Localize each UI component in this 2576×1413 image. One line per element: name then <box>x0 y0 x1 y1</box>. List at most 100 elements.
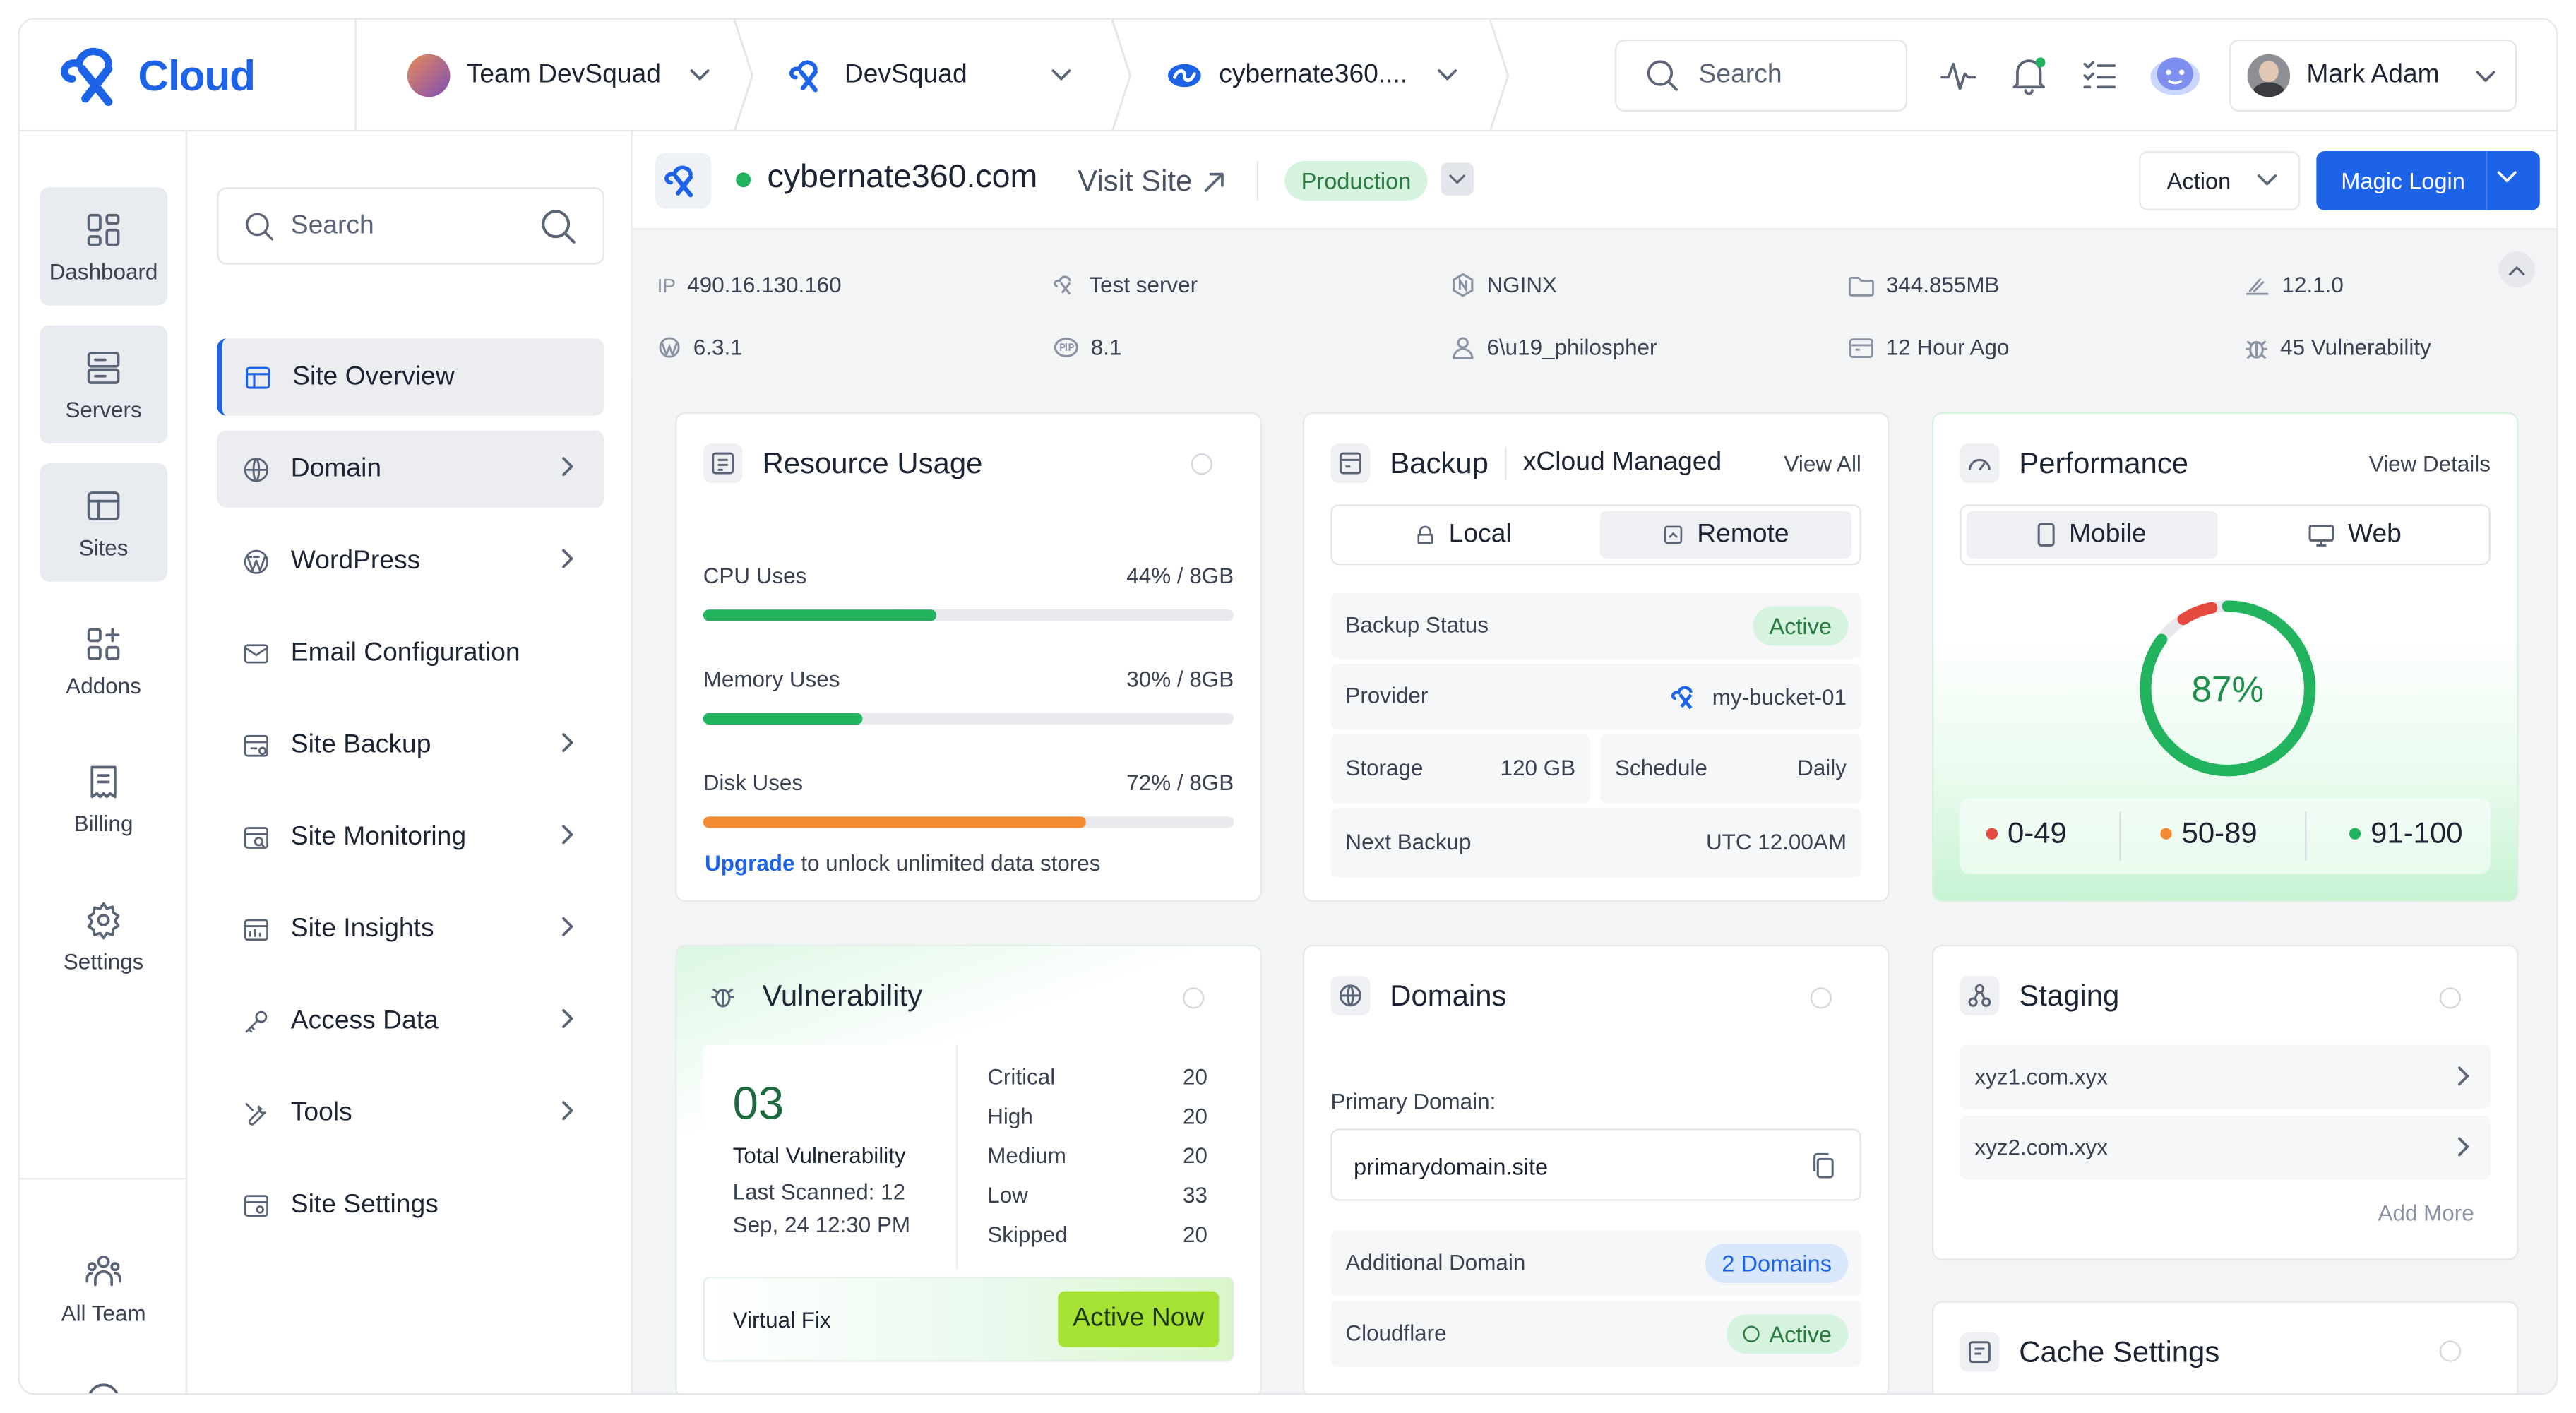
support-icon[interactable] <box>84 1380 124 1395</box>
ai-assistant-icon[interactable] <box>2145 52 2205 98</box>
search-icon[interactable] <box>540 208 576 244</box>
visit-site-link[interactable]: Visit Site <box>1078 165 1225 199</box>
environment-dropdown[interactable] <box>1441 162 1474 196</box>
global-search-input[interactable]: Search <box>1614 39 1908 112</box>
backup-icon <box>1330 443 1371 483</box>
vulnerability-count: 45 Vulnerability <box>2280 335 2431 360</box>
card-title: Performance <box>1960 443 2188 483</box>
collapse-info-button[interactable] <box>2498 251 2535 288</box>
storage-cell: Storage 120 GB <box>1330 734 1591 804</box>
severity-count: 20 <box>1183 1104 1208 1129</box>
nav-item-domain[interactable]: Domain <box>217 430 605 508</box>
additional-domain-badge[interactable]: 2 Domains <box>1705 1244 1849 1283</box>
staging-item[interactable]: xyz2.com.xyx <box>1960 1115 2491 1180</box>
upgrade-link[interactable]: Upgrade <box>705 851 794 876</box>
info-icon[interactable] <box>1191 453 1212 475</box>
tab-local[interactable]: Local <box>1337 511 1589 559</box>
severity-count: 20 <box>1183 1064 1208 1090</box>
site-switcher[interactable]: cybernate360.... <box>1167 20 1457 131</box>
vulnerability-row: Critical 20 <box>987 1065 1208 1098</box>
info-icon[interactable] <box>2439 987 2462 1009</box>
globe-icon <box>1330 975 1371 1015</box>
tab-mobile[interactable]: Mobile <box>1966 511 2218 559</box>
legend-label: 0-49 <box>2007 816 2067 849</box>
rail-item-billing[interactable]: Billing <box>40 739 167 858</box>
nav-item-email-configuration[interactable]: Email Configuration <box>217 614 604 691</box>
rail-item-addons[interactable]: Addons <box>40 601 167 720</box>
nav-item-tools[interactable]: Tools <box>217 1075 604 1152</box>
rail-item-dashboard[interactable]: Dashboard <box>39 187 168 306</box>
gauge-icon <box>1960 443 2000 483</box>
brand-logo[interactable]: Cloud <box>59 40 256 112</box>
chevron-right-icon <box>2457 1137 2469 1157</box>
rail-item-all-team[interactable]: All Team <box>40 1229 167 1347</box>
rail-label: Sites <box>78 535 129 560</box>
action-dropdown[interactable]: Action <box>2139 151 2301 210</box>
task-list-icon[interactable] <box>2077 52 2123 98</box>
nav-item-site-settings[interactable]: Site Settings <box>217 1167 604 1244</box>
magic-login-button[interactable]: Magic Login <box>2316 151 2540 210</box>
primary-rail: Dashboard Servers Sites Addons Billing S… <box>19 131 188 1395</box>
project-switcher[interactable]: DevSquad <box>789 20 1078 131</box>
team-switcher[interactable]: Team DevSquad <box>407 20 710 131</box>
nav-item-wordpress[interactable]: WordPress <box>217 523 604 600</box>
bug-icon <box>703 976 743 1015</box>
info-icon[interactable] <box>1810 987 1832 1009</box>
app-window: Cloud Team DevSquad DevSquad cybernate36… <box>18 18 2558 1395</box>
breadcrumb-divider <box>1489 19 1510 132</box>
total-vulnerability-label: Total Vulnerability <box>732 1143 906 1169</box>
tab-remote[interactable]: Remote <box>1600 511 1852 559</box>
divider <box>2305 811 2307 861</box>
copy-icon[interactable] <box>1811 1152 1837 1180</box>
nav-item-access-data[interactable]: Access Data <box>217 982 604 1059</box>
user-menu[interactable]: Mark Adam <box>2229 39 2517 112</box>
additional-domain-label: Additional Domain <box>1345 1250 1526 1275</box>
add-more-link[interactable]: Add More <box>2378 1201 2474 1226</box>
chevron-down-icon <box>2476 71 2496 82</box>
nav-label: Site Monitoring <box>290 822 467 850</box>
info-icon[interactable] <box>1183 987 1205 1009</box>
rail-item-settings[interactable]: Settings <box>40 877 167 996</box>
desktop-icon <box>2308 523 2334 546</box>
nav-item-site-backup[interactable]: Site Backup <box>217 706 604 783</box>
backup-status-row: Backup Status Active <box>1330 592 1861 659</box>
chevron-down-icon[interactable] <box>2497 171 2517 184</box>
bell-icon[interactable] <box>2006 52 2052 98</box>
view-details-link[interactable]: View Details <box>2369 452 2491 477</box>
legend-item-average: 50-89 <box>2160 816 2258 851</box>
card-title: Cache Settings <box>1960 1332 2219 1372</box>
magic-login-label: Magic Login <box>2341 167 2465 194</box>
provider-label: Provider <box>1345 683 1429 708</box>
nav-label: Site Settings <box>290 1190 439 1219</box>
project-name: DevSquad <box>844 61 967 89</box>
site-status-dot <box>736 172 751 188</box>
overview-icon <box>245 366 270 388</box>
staging-item[interactable]: xyz1.com.xyx <box>1960 1044 2491 1109</box>
rail-item-servers[interactable]: Servers <box>39 325 168 444</box>
nav-search-input[interactable]: Search <box>217 187 605 265</box>
upgrade-line: Upgrade to unlock unlimited data stores <box>705 851 1100 876</box>
legend-label: 50-89 <box>2181 816 2258 849</box>
xcloud-icon <box>664 165 693 198</box>
remote-icon <box>1664 525 1683 544</box>
version-icon <box>2246 277 2269 294</box>
primary-domain-field[interactable]: primarydomain.site <box>1330 1128 1861 1201</box>
card-title: Vulnerability <box>703 976 922 1015</box>
info-icon[interactable] <box>2439 1340 2462 1362</box>
cloudflare-label: Cloudflare <box>1345 1320 1447 1346</box>
nav-item-site-monitoring[interactable]: Site Monitoring <box>217 799 604 876</box>
chevron-down-icon <box>2257 174 2277 186</box>
cpu-progress <box>703 609 1234 621</box>
site-user: 6\u19_philospher <box>1486 335 1657 360</box>
nav-item-site-insights[interactable]: Site Insights <box>217 890 604 967</box>
bug-icon <box>2246 340 2267 359</box>
view-all-link[interactable]: View All <box>1784 452 1861 477</box>
activity-icon[interactable] <box>1936 52 1981 98</box>
chevron-right-icon <box>562 917 573 936</box>
staging-title: Staging <box>2019 978 2120 1011</box>
active-now-button[interactable]: Active Now <box>1058 1291 1220 1347</box>
tab-web[interactable]: Web <box>2229 511 2481 559</box>
rail-item-sites[interactable]: Sites <box>39 463 168 582</box>
rail-label: Billing <box>73 811 133 836</box>
nav-item-site-overview[interactable]: Site Overview <box>217 338 605 416</box>
